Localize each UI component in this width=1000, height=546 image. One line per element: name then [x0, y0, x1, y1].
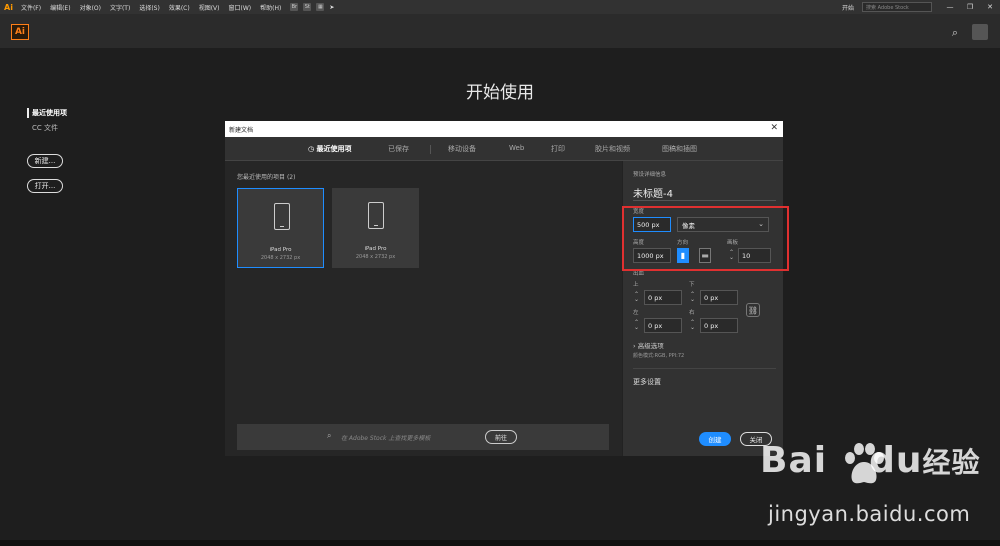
tab-divider — [430, 145, 431, 154]
document-name-field[interactable]: 未标题-4 — [633, 185, 673, 200]
tab-recent-label: 最近使用项 — [316, 145, 352, 153]
baidu-watermark: Bai du经验 jingyan.baidu.com — [760, 440, 1000, 540]
color-mode-text: 颜色模式:RGB, PPI:72 — [633, 353, 685, 359]
card-dims: 2048 x 2732 px — [355, 254, 396, 260]
stock-template-bar: ⌕ 在 Adobe Stock 上查找更多模板 前往 — [237, 424, 609, 450]
app-mark: Ai — [4, 2, 13, 12]
taskbar — [0, 540, 1000, 546]
left-label: 左 — [633, 310, 639, 316]
tab-mobile[interactable]: 移动设备 — [448, 144, 476, 154]
window-close-button[interactable]: ✕ — [980, 3, 1000, 11]
tab-web[interactable]: Web — [509, 144, 524, 152]
recent-heading: 您最近使用的项目 (2) — [237, 172, 295, 181]
menu-help[interactable]: 帮助(H) — [260, 3, 281, 12]
close-icon[interactable]: ✕ — [770, 123, 778, 133]
nav-item-recent[interactable]: 最近使用项 — [27, 108, 67, 118]
bridge-icon[interactable]: Br — [290, 3, 299, 11]
recent-pane: 您最近使用的项目 (2) iPad Pro 2048 x 2732 px iPa… — [225, 161, 622, 456]
top-stepper-icon[interactable]: ⌃ ⌄ — [634, 292, 639, 303]
recent-card[interactable]: iPad Pro 2048 x 2732 px — [237, 188, 324, 268]
nav-item-cc-files[interactable]: CC 文件 — [27, 123, 67, 133]
send-icon[interactable]: ➤ — [329, 4, 334, 11]
left-stepper-icon[interactable]: ⌃ ⌄ — [634, 320, 639, 331]
watermark-brand-cn: 经验 — [922, 446, 981, 479]
divider — [633, 200, 776, 201]
stock-search-placeholder: 搜索 Adobe Stock — [866, 4, 909, 11]
search-icon: ⌕ — [327, 431, 332, 440]
card-name: iPad Pro — [364, 246, 387, 252]
minimize-button[interactable]: — — [940, 3, 960, 11]
advanced-options-toggle[interactable]: › 高级选项 — [633, 340, 664, 350]
watermark-url: jingyan.baidu.com — [768, 502, 971, 526]
dialog-title: 新建文档 — [229, 126, 254, 134]
home-nav: 最近使用项 CC 文件 — [27, 108, 67, 133]
go-button[interactable]: 前往 — [485, 430, 517, 444]
tablet-icon — [368, 202, 384, 229]
menu-select[interactable]: 选择(S) — [139, 3, 160, 12]
workspace-switcher[interactable]: 开始 — [842, 3, 854, 12]
tablet-icon — [274, 203, 290, 230]
link-icon[interactable]: ⛓ — [746, 303, 760, 317]
recent-card[interactable]: iPad Pro 2048 x 2732 px — [332, 188, 419, 268]
preset-tabs: ◷ 最近使用项 已保存 移动设备 Web 打印 胶片和视频 图稿和插图 — [225, 137, 783, 161]
bleed-right-field[interactable]: 0 px — [700, 318, 738, 333]
dialog-titlebar: 新建文档 ✕ — [225, 121, 783, 137]
highlight-box — [622, 206, 789, 271]
stock-icon[interactable]: St — [303, 3, 312, 11]
tab-film-video[interactable]: 胶片和视频 — [595, 144, 630, 154]
bottom-label: 下 — [689, 282, 695, 288]
menu-object[interactable]: 对象(O) — [80, 3, 101, 12]
tab-saved[interactable]: 已保存 — [388, 144, 409, 154]
menubar-right: 开始 搜索 Adobe Stock — ❐ ✕ — [842, 0, 1000, 14]
maximize-button[interactable]: ❐ — [960, 3, 980, 11]
menu-view[interactable]: 视图(V) — [199, 3, 220, 12]
top-label: 上 — [633, 282, 639, 288]
menu-edit[interactable]: 编辑(E) — [50, 3, 70, 12]
watermark-brand: Bai — [760, 440, 828, 481]
menu-bar: Ai 文件(F) 编辑(E) 对象(O) 文字(T) 选择(S) 效果(C) 视… — [0, 0, 1000, 14]
menu-window[interactable]: 窗口(W) — [229, 3, 252, 12]
new-document-dialog: 新建文档 ✕ ◷ 最近使用项 已保存 移动设备 Web 打印 胶片和视频 图稿和… — [225, 121, 783, 456]
menu-effect[interactable]: 效果(C) — [169, 3, 190, 12]
card-name: iPad Pro — [269, 247, 292, 253]
stock-search-input[interactable]: 搜索 Adobe Stock — [862, 2, 932, 12]
advanced-options-label: 高级选项 — [637, 342, 664, 350]
bottom-stepper-icon[interactable]: ⌃ ⌄ — [690, 292, 695, 303]
preset-section-label: 预设详细信息 — [633, 172, 667, 178]
tab-print[interactable]: 打印 — [551, 144, 565, 154]
card-dims: 2048 x 2732 px — [260, 255, 301, 261]
menu-type[interactable]: 文字(T) — [110, 3, 130, 12]
tab-art-illustration[interactable]: 图稿和插图 — [662, 144, 697, 154]
clock-icon: ◷ — [308, 145, 315, 153]
open-button[interactable]: 打开... — [27, 179, 63, 193]
bleed-top-field[interactable]: 0 px — [644, 290, 682, 305]
chevron-right-icon: › — [633, 342, 636, 350]
more-settings-link[interactable]: 更多设置 — [633, 377, 661, 387]
page-title: 开始使用 — [466, 83, 534, 103]
tab-recent[interactable]: ◷ 最近使用项 — [308, 144, 352, 154]
menu-file[interactable]: 文件(F) — [21, 3, 41, 12]
create-button[interactable]: 创建 — [699, 432, 731, 446]
right-label: 右 — [689, 310, 695, 316]
app-bar: Ai ⌕ — [0, 14, 1000, 48]
avatar[interactable] — [972, 24, 988, 40]
divider — [633, 368, 776, 369]
search-icon[interactable]: ⌕ — [952, 26, 958, 40]
bleed-bottom-field[interactable]: 0 px — [700, 290, 738, 305]
right-stepper-icon[interactable]: ⌃ ⌄ — [690, 320, 695, 331]
ai-logo: Ai — [11, 24, 29, 40]
recent-label: 您最近使用的项目 — [237, 174, 286, 181]
new-button[interactable]: 新建... — [27, 154, 63, 168]
grid-icon[interactable]: ▦ — [316, 3, 325, 11]
recent-count: (2) — [286, 174, 296, 181]
bleed-left-field[interactable]: 0 px — [644, 318, 682, 333]
paw-icon — [845, 443, 884, 484]
stock-template-search[interactable]: 在 Adobe Stock 上查找更多模板 — [341, 433, 430, 442]
